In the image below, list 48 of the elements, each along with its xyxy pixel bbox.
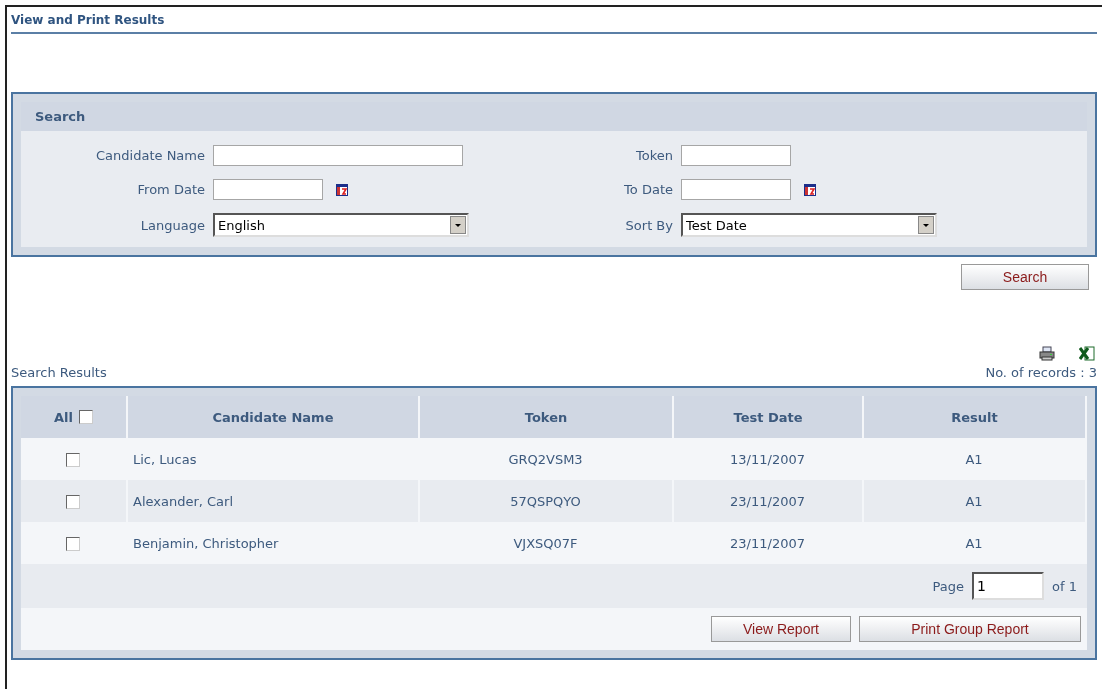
page-total: of 1: [1052, 578, 1077, 594]
page-number-field[interactable]: 1: [972, 572, 1045, 600]
text-field[interactable]: [213, 145, 463, 166]
field-label: From Date: [136, 182, 206, 197]
page-title: View and Print Results: [11, 7, 1097, 34]
column-header: Candidate Name: [212, 409, 334, 425]
table-cell: A1: [965, 535, 983, 551]
page-label: Page: [932, 578, 965, 594]
spreadsheet-icon[interactable]: [1079, 346, 1095, 361]
date-field[interactable]: [213, 179, 323, 200]
calendar-icon[interactable]: [335, 182, 349, 197]
table-cell: 13/11/2007: [730, 451, 805, 467]
field-label: Sort By: [624, 217, 674, 233]
table-cell: 23/11/2007: [730, 535, 805, 551]
column-header: All: [54, 409, 73, 425]
date-field[interactable]: [681, 179, 791, 200]
table-cell: A1: [965, 493, 983, 509]
text-field[interactable]: [681, 145, 791, 166]
calendar-icon[interactable]: [803, 182, 817, 197]
checkbox[interactable]: [66, 494, 80, 509]
checkbox[interactable]: [79, 410, 93, 424]
column-header: Result: [951, 409, 998, 425]
section-title: Search Results: [11, 365, 107, 380]
report-button[interactable]: Print Group Report: [859, 616, 1081, 642]
table-cell: VJXSQ07F: [513, 535, 578, 551]
table-cell: 57QSPQYO: [510, 493, 581, 509]
field-label: To Date: [623, 182, 674, 197]
column-header: Token: [524, 409, 568, 425]
caret-icon: [922, 222, 930, 228]
printer-icon[interactable]: [1039, 346, 1055, 361]
table-cell: Alexander, Carl: [133, 493, 234, 509]
report-button[interactable]: View Report: [711, 616, 851, 642]
dropdown[interactable]: English: [213, 213, 469, 237]
field-label: Language: [139, 217, 206, 233]
table-cell: GRQ2VSM3: [508, 451, 583, 467]
checkbox[interactable]: [66, 452, 80, 467]
dropdown[interactable]: Test Date: [681, 213, 937, 237]
search-button[interactable]: Search: [961, 264, 1089, 290]
column-header: Test Date: [733, 409, 803, 425]
table-cell: Benjamin, Christopher: [133, 535, 279, 551]
checkbox[interactable]: [66, 536, 80, 551]
table-cell: A1: [965, 451, 983, 467]
caret-icon: [454, 222, 462, 228]
field-label: Token: [635, 148, 674, 163]
table-cell: 23/11/2007: [730, 493, 805, 509]
table-cell: Lic, Lucas: [133, 451, 197, 467]
field-label: Candidate Name: [95, 148, 206, 163]
record-count: No. of records : 3: [985, 365, 1097, 380]
